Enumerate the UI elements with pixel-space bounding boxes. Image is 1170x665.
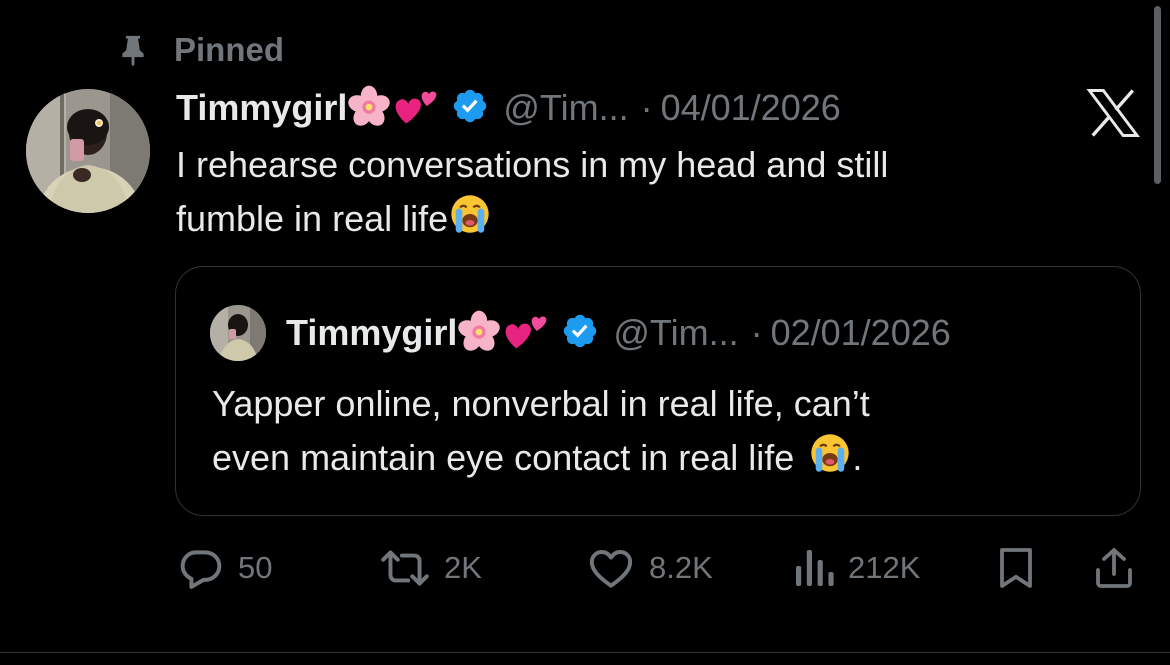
tweet-text-line-2: fumble in real life <box>176 192 1076 251</box>
pinned-indicator: Pinned <box>116 28 284 72</box>
quoted-handle: @Tim... <box>613 312 739 353</box>
cherry-blossom-emoji <box>457 309 501 358</box>
verified-badge-icon <box>561 312 599 355</box>
bookmark-button[interactable] <box>994 540 1038 596</box>
like-count: 8.2K <box>649 550 713 585</box>
pinned-label: Pinned <box>174 31 285 68</box>
separator-dot: · <box>750 312 763 353</box>
reply-count: 50 <box>238 550 273 585</box>
quoted-tweet-date: 02/01/2026 <box>770 312 951 353</box>
quoted-avatar <box>210 305 266 361</box>
verified-badge-icon[interactable] <box>451 87 489 130</box>
avatar[interactable] <box>26 89 150 213</box>
quoted-text-line-1: Yapper online, nonverbal in real life, c… <box>212 383 870 424</box>
share-button[interactable] <box>1092 540 1136 596</box>
display-name[interactable]: Timmygirl <box>176 87 347 129</box>
tweet-text: I rehearse conversations in my head and … <box>176 138 1076 251</box>
tweet-text-line-1: I rehearse conversations in my head and … <box>176 144 889 185</box>
cherry-blossom-emoji <box>347 84 391 133</box>
separator-dot: · <box>640 87 653 128</box>
reply-button[interactable]: 50 <box>176 540 272 596</box>
quoted-tweet-card[interactable]: Timmygirl @Tim... · 02/01/2026 Yapper on… <box>175 266 1141 516</box>
reply-icon <box>176 543 226 593</box>
views-count: 212K <box>848 550 921 585</box>
repost-count: 2K <box>444 550 482 585</box>
views-chart-icon <box>792 543 836 593</box>
x-logo-icon <box>1086 88 1140 138</box>
bookmark-icon <box>994 543 1038 593</box>
repost-icon <box>378 543 432 593</box>
two-hearts-emoji <box>391 84 441 133</box>
quoted-text-line-2: even maintain eye contact in real life . <box>212 431 870 490</box>
quoted-tweet-header: Timmygirl @Tim... · 02/01/2026 <box>210 305 951 361</box>
handle[interactable]: @Tim... <box>503 87 628 129</box>
quoted-tweet-text: Yapper online, nonverbal in real life, c… <box>212 377 870 490</box>
action-bar: 50 2K 8.2K 212K <box>0 540 1170 596</box>
two-hearts-emoji <box>501 309 551 358</box>
pin-icon <box>116 33 150 67</box>
share-icon <box>1092 543 1136 593</box>
loudly-crying-face-emoji <box>448 192 492 251</box>
quoted-display-name: Timmygirl <box>286 312 458 353</box>
like-button[interactable]: 8.2K <box>585 540 713 596</box>
tweet-date[interactable]: 04/01/2026 <box>661 87 841 129</box>
repost-button[interactable]: 2K <box>378 540 482 596</box>
quoted-text-end: . <box>852 437 863 479</box>
scrollbar[interactable] <box>1154 6 1161 184</box>
divider <box>0 652 1170 653</box>
tweet-header: Timmygirl @Tim... · 04/01/2026 <box>176 82 841 134</box>
loudly-crying-face-emoji <box>808 431 852 490</box>
views-button[interactable]: 212K <box>792 540 920 596</box>
heart-icon <box>585 543 637 593</box>
